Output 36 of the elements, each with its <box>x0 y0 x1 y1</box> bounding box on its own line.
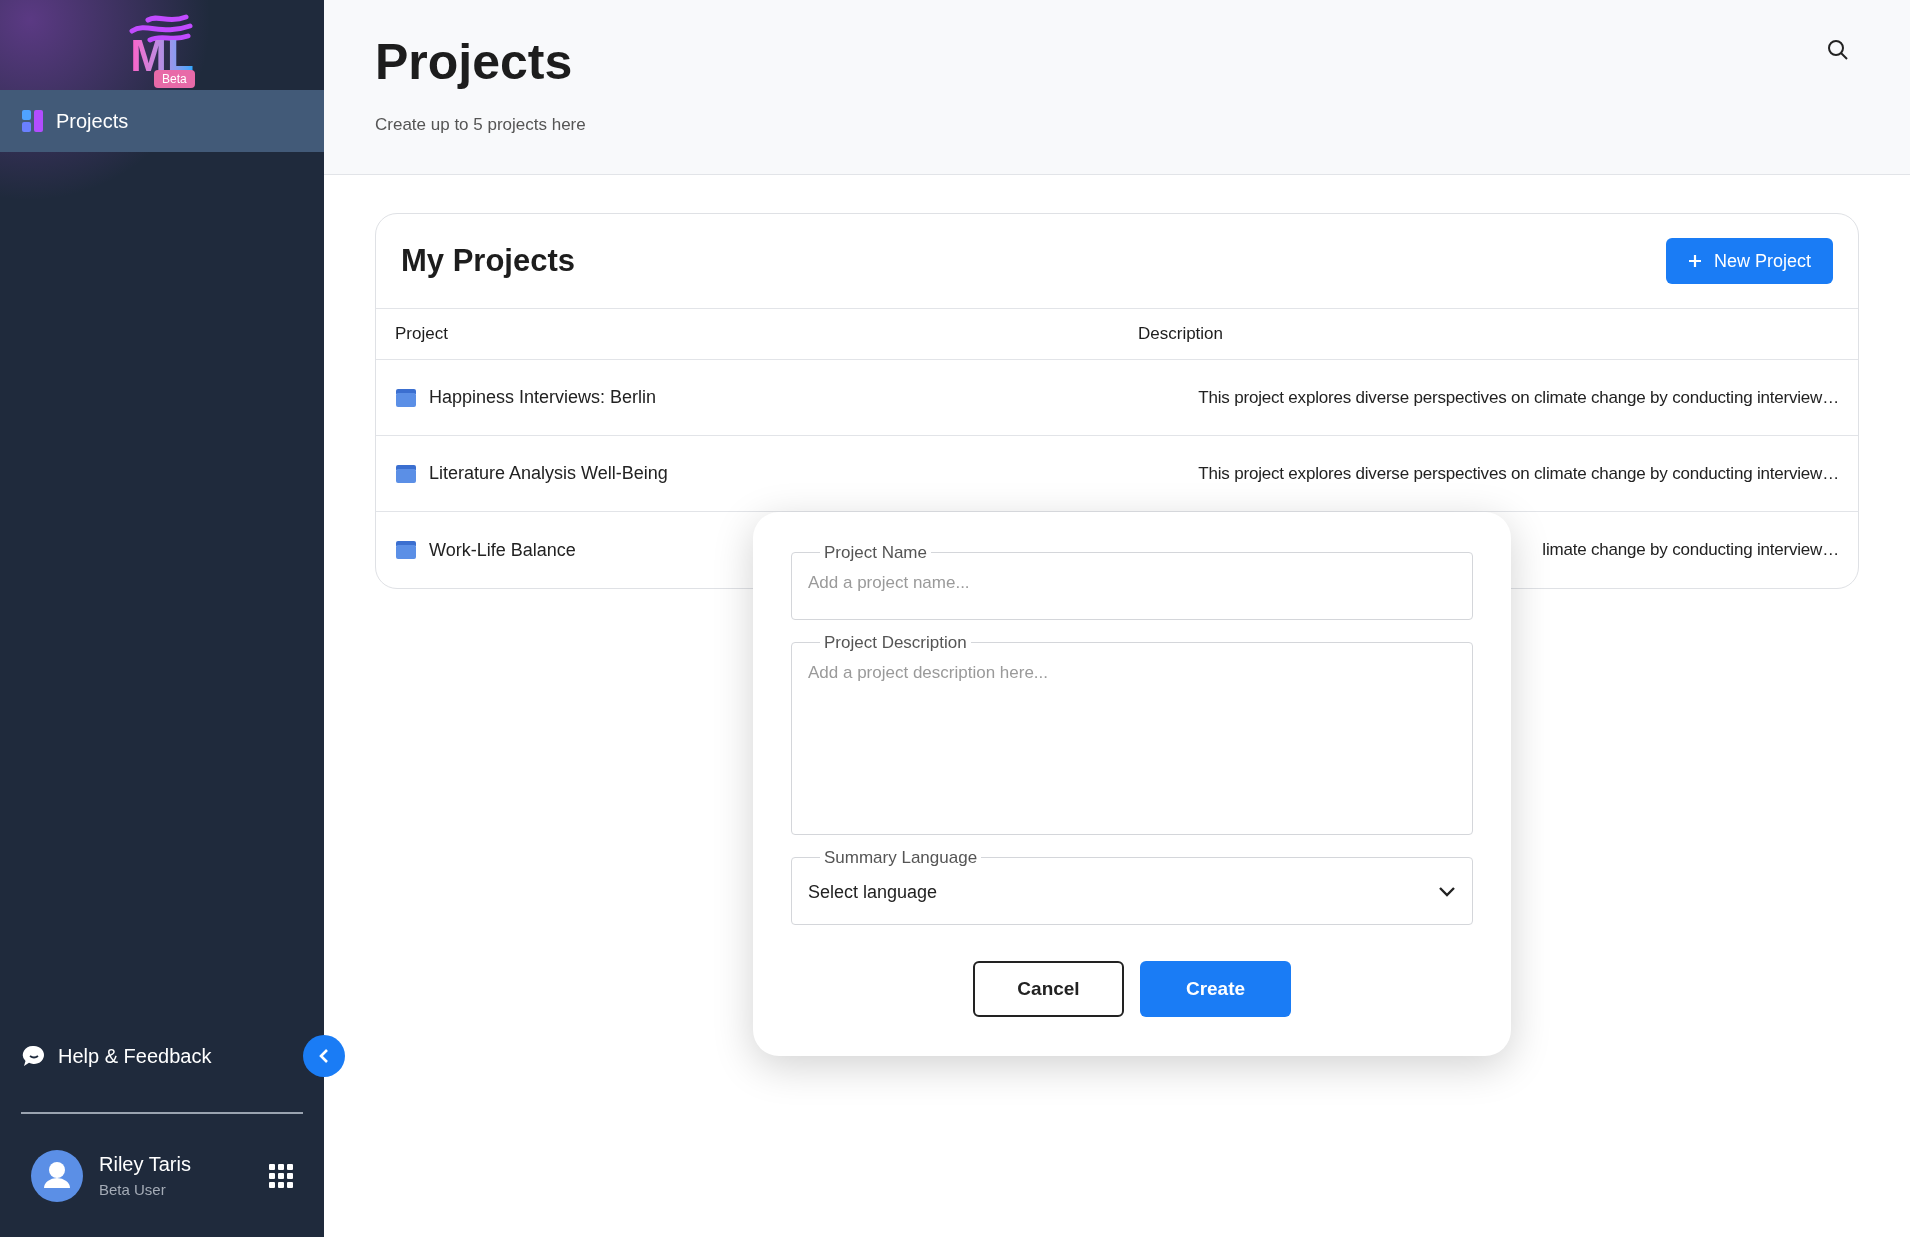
field-label: Summary Language <box>823 847 979 869</box>
avatar-icon <box>31 1149 83 1202</box>
dashboard-icon <box>22 110 44 132</box>
column-header: Project <box>395 323 449 346</box>
project-description: This project explores diverse perspectives on climate change by conducting interview… <box>1198 462 1839 485</box>
field-label: Project Name <box>823 542 928 564</box>
project-name-input[interactable]: Add a project name... <box>808 569 1456 595</box>
field-label: Project Description <box>823 632 968 654</box>
project-name: Work-Life Balance <box>429 538 576 562</box>
sidebar-item[interactable]: Projects <box>0 90 324 152</box>
card-title: My Projects <box>401 241 575 280</box>
search-icon[interactable] <box>1826 38 1850 62</box>
create-button[interactable]: Create <box>1140 961 1291 1017</box>
column-header: Description <box>1138 323 1225 346</box>
plus-icon <box>1687 254 1702 268</box>
page-title: Projects <box>375 33 573 92</box>
cancel-button[interactable]: Cancel <box>973 961 1124 1017</box>
folder-icon <box>395 463 417 484</box>
project-description: limate change by conducting interview… <box>1542 539 1839 562</box>
chevron-down-icon <box>1438 886 1456 898</box>
new-project-button[interactable]: New Project <box>1665 238 1833 284</box>
project-name: Happiness Interviews: Berlin <box>429 386 657 409</box>
project-name: Literature Analysis Well-Being <box>429 462 668 485</box>
chevron-left-icon <box>318 1048 330 1064</box>
project-description-input[interactable]: Add a project description here... <box>808 659 1456 820</box>
project-description: This project explores diverse perspectives on climate change by conducting interview… <box>1198 386 1839 409</box>
user-name: Riley Taris <box>99 1152 192 1178</box>
apps-grid-icon[interactable] <box>269 1163 293 1188</box>
folder-icon <box>395 387 417 408</box>
folder-icon <box>395 540 417 560</box>
help-feedback-link[interactable]: Help & Feedback <box>58 1041 212 1071</box>
beta-badge: Beta <box>154 70 195 88</box>
chat-icon <box>22 1044 46 1068</box>
user-role: Beta User <box>99 1180 167 1201</box>
collapse-button[interactable] <box>303 1035 345 1077</box>
page-subtitle: Create up to 5 projects here <box>375 114 587 136</box>
